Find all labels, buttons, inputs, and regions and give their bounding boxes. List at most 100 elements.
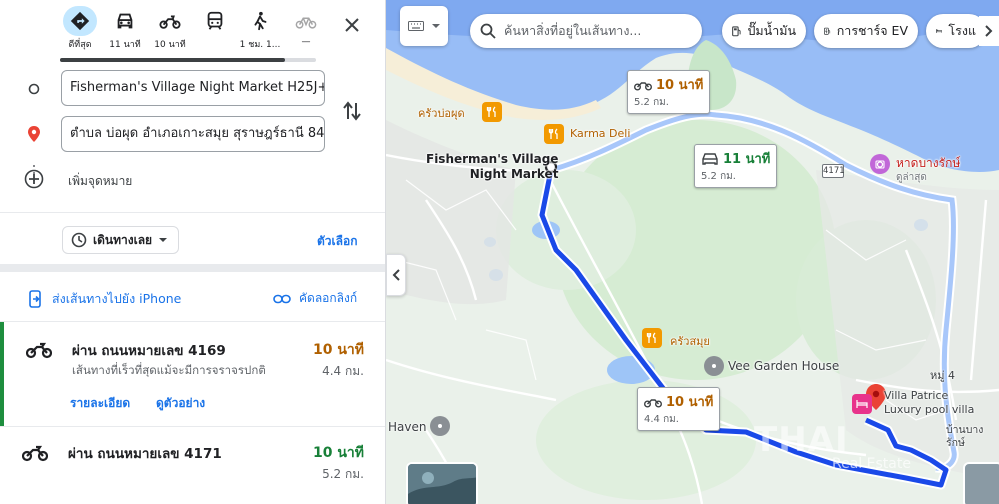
chip-ev-charging[interactable]: การชาร์จ EV [814,14,918,48]
route-time: 10 นาที [312,445,364,461]
restaurant-icon[interactable] [544,124,564,144]
mode-best[interactable]: ดีที่สุด [57,4,103,54]
keyboard-icon [408,21,424,31]
route-via: ผ่าน ถนนหมายเลข 4171 [68,446,222,462]
motorbike-icon [644,398,662,407]
route-option-4171[interactable]: ผ่าน ถนนหมายเลข 4171 10 นาที 5.2 กม. [0,427,385,504]
road-number-badge: 4171 [822,164,845,178]
gas-station-icon [732,26,741,37]
mode-car-label: 11 นาที [109,40,141,50]
mode-motorbike[interactable]: 10 นาที [147,4,193,54]
mode-walk-label: 1 ชม. 1... [239,40,281,50]
chip-gas-stations[interactable]: ปั๊มน้ำมัน [722,14,806,48]
route-distance: 5.2 กม. [322,467,364,481]
route-options-link[interactable]: ตัวเลือก [317,232,357,251]
callout-distance: 4.4 กม. [644,414,679,425]
callout-time: 10 นาที [666,395,714,410]
map-label-beach-sub: ดูล่าสุด [896,172,927,183]
mode-transit[interactable] [192,4,238,54]
directions-best-icon [63,6,97,36]
motorbike-icon [153,6,187,36]
close-icon [345,18,359,32]
place-icon[interactable] [704,356,724,376]
depart-now-dropdown[interactable]: เดินทางเลย [62,226,180,254]
map-label-restaurant-3[interactable]: ครัวสมุย [670,332,710,350]
chevron-right-icon [985,25,993,37]
map-label-origin[interactable]: Fisherman's Village Night Market [426,152,558,182]
restaurant-icon[interactable] [642,328,662,348]
beach-icon[interactable] [870,154,890,174]
map-label-restaurant-1[interactable]: ครัวบ่อผุด [418,104,465,122]
chip-gas-label: ปั๊มน้ำมัน [747,23,796,38]
mode-bicycle[interactable]: — [283,4,329,54]
search-along-route-input[interactable]: ค้นหาสิ่งที่อยู่ในเส้นทาง... [470,14,702,48]
route-details-link[interactable]: รายละเอียด [70,394,130,413]
divider [0,212,385,213]
search-placeholder: ค้นหาสิ่งที่อยู่ในเส้นทาง... [504,23,642,38]
route-callout-alt-bike[interactable]: 10 นาที 5.2 กม. [627,70,711,114]
swap-waypoints-button[interactable] [340,98,364,124]
motorbike-icon [26,340,52,360]
photo-thumbnail[interactable] [963,462,999,504]
app-root: ดีที่สุด 11 นาที 10 นาที 1 ชม. 1... — Fi… [0,0,999,504]
mode-best-label: ดีที่สุด [68,40,92,50]
map-label-area: บ้านบาง รักษ์ [946,424,984,449]
mode-car[interactable]: 11 นาที [102,4,148,54]
car-icon [108,6,142,36]
origin-input[interactable]: Fisherman's Village Night Market H25J+9 [61,70,325,106]
bed-icon [936,28,943,34]
add-stop-button[interactable]: เพิ่มจุดหมาย [68,172,132,191]
route-option-4169[interactable]: ผ่าน ถนนหมายเลข 4169 10 นาที เส้นทางที่เ… [0,322,385,426]
map-canvas[interactable]: ค้นหาสิ่งที่อยู่ในเส้นทาง... ปั๊มน้ำมัน … [386,0,999,504]
callout-distance: 5.2 กม. [701,171,736,182]
map-label-garden[interactable]: Vee Garden House [728,359,839,373]
street-view-thumbnail[interactable] [406,462,478,504]
map-label-restaurant-2[interactable]: Karma Deli [570,127,630,140]
swap-icon [343,101,361,121]
map-label-destination[interactable]: Villa Patrice Luxury pool villa [884,389,974,417]
route-callout-selected[interactable]: 10 นาที 4.4 กม. [637,387,721,431]
collapse-panel-button[interactable] [386,254,406,296]
callout-time: 11 นาที [723,152,771,167]
callout-time: 10 นาที [656,78,704,93]
copy-link-button[interactable]: คัดลอกลิงก์ [273,289,357,308]
callout-distance: 5.2 กม. [634,97,669,108]
phone-send-icon [29,290,41,308]
close-directions-button[interactable] [340,12,364,38]
directions-panel: ดีที่สุด 11 นาที 10 นาที 1 ชม. 1... — Fi… [0,0,386,504]
bicycle-icon [289,6,323,36]
origin-circle-icon [24,79,44,99]
watermark-sub: Real Estate [832,456,911,472]
share-row: ส่งเส้นทางไปยัง iPhone คัดลอกลิงก์ [0,272,385,322]
add-stop-icon[interactable] [24,169,44,189]
motorbike-icon [634,81,652,90]
chip-hotels[interactable]: โรงแ [926,14,986,48]
restaurant-icon[interactable] [482,102,502,122]
mode-bicycle-label: — [301,37,311,47]
mode-scroll-bar[interactable] [60,58,316,62]
destination-input[interactable]: ตำบล บ่อผุด อำเภอเกาะสมุย สุราษฎร์ธานี 8… [61,116,325,152]
send-to-phone-button[interactable]: ส่งเส้นทางไปยัง iPhone [28,289,181,309]
link-icon [273,294,291,303]
clock-icon [71,232,87,248]
walk-icon [243,6,277,36]
input-tools-button[interactable] [400,6,448,46]
copy-link-label: คัดลอกลิงก์ [299,291,358,305]
section-divider [0,264,385,272]
depart-now-label: เดินทางเลย [93,232,153,247]
hotel-icon[interactable] [852,394,872,414]
map-label-haven[interactable]: Haven [388,420,426,434]
travel-mode-bar: ดีที่สุด 11 นาที 10 นาที 1 ชม. 1... — [0,0,385,62]
mode-motorbike-label: 10 นาที [154,40,186,50]
ev-charging-icon [824,27,831,35]
route-preview-link[interactable]: ดูตัวอย่าง [156,394,205,413]
chevron-left-icon [392,269,400,281]
chips-scroll-right-button[interactable] [979,16,999,46]
chevron-down-icon [432,24,440,28]
send-to-phone-label: ส่งเส้นทางไปยัง iPhone [52,291,182,306]
place-icon[interactable] [430,416,450,436]
chip-ev-label: การชาร์จ EV [836,23,908,38]
motorbike-icon [22,443,48,463]
mode-walk[interactable]: 1 ชม. 1... [237,4,283,54]
route-callout-car[interactable]: 11 นาที 5.2 กม. [694,144,778,188]
